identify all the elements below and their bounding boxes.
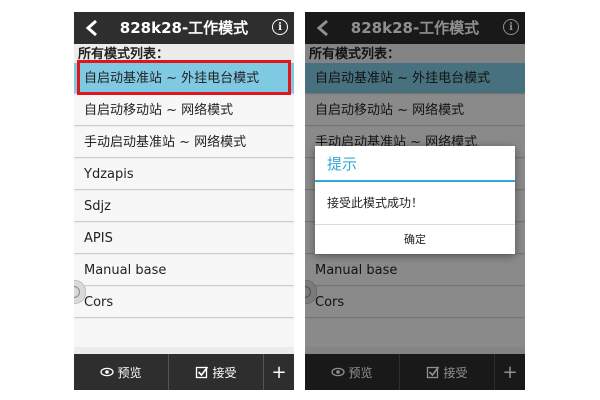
accept-button[interactable]: 接受 bbox=[168, 354, 263, 390]
mode-item-3[interactable]: Ydzapis bbox=[74, 159, 294, 190]
right-screen: 828k28-工作模式 i 所有模式列表： 自启动基准站 ~ 外挂电台模式 自启… bbox=[305, 12, 525, 390]
alert-dialog: 提示 接受此模式成功！ 确定 bbox=[315, 146, 515, 254]
bottom-toolbar: 预览 接受 + bbox=[74, 354, 294, 390]
dialog-title: 提示 bbox=[315, 146, 515, 182]
mode-item-6[interactable]: Manual base bbox=[74, 255, 294, 286]
checkbox-icon bbox=[196, 366, 209, 379]
chevron-left-icon bbox=[85, 19, 97, 37]
mode-list: 自启动基准站 ~ 外挂电台模式 自启动移动站 ~ 网络模式 手动启动基准站 ~ … bbox=[74, 63, 294, 347]
accept-label: 接受 bbox=[212, 365, 237, 380]
add-button[interactable]: + bbox=[263, 354, 294, 390]
dialog-ok-button[interactable]: 确定 bbox=[315, 224, 515, 255]
left-screen: 828k28-工作模式 i 所有模式列表： 自启动基准站 ~ 外挂电台模式 自启… bbox=[74, 12, 294, 390]
page-title: 828k28-工作模式 bbox=[119, 19, 249, 37]
mode-item-2[interactable]: 手动启动基准站 ~ 网络模式 bbox=[74, 127, 294, 158]
eye-icon bbox=[100, 367, 115, 377]
list-empty-space bbox=[74, 319, 294, 347]
mode-item-0[interactable]: 自启动基准站 ~ 外挂电台模式 bbox=[74, 63, 294, 94]
mode-item-7[interactable]: Cors bbox=[74, 287, 294, 318]
mode-item-1[interactable]: 自启动移动站 ~ 网络模式 bbox=[74, 95, 294, 126]
title-bar: 828k28-工作模式 i bbox=[74, 12, 294, 44]
info-icon[interactable]: i bbox=[272, 19, 288, 35]
dialog-message: 接受此模式成功！ bbox=[327, 196, 424, 210]
mode-item-5[interactable]: APIS bbox=[74, 223, 294, 254]
mode-list-caption: 所有模式列表： bbox=[78, 47, 170, 62]
preview-label: 预览 bbox=[117, 365, 142, 380]
back-button[interactable] bbox=[80, 12, 104, 44]
preview-button[interactable]: 预览 bbox=[74, 354, 168, 390]
mode-item-4[interactable]: Sdjz bbox=[74, 191, 294, 222]
